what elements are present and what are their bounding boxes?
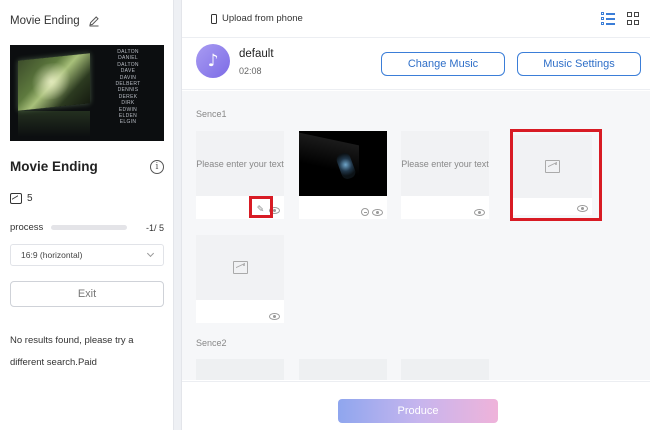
left-sidebar: Movie Ending DALTON DANIEL DALTON DAVE DAVIN… bbox=[0, 0, 174, 430]
credit-name: ELGIN bbox=[119, 119, 137, 126]
eye-icon[interactable] bbox=[474, 209, 485, 216]
produce-button[interactable]: Produce bbox=[338, 399, 498, 423]
image-placeholder[interactable] bbox=[196, 235, 284, 300]
movie-screen-image bbox=[18, 53, 90, 111]
grid-view-icon[interactable] bbox=[627, 12, 640, 25]
process-label: process bbox=[10, 222, 44, 233]
highlight-box-image-slot bbox=[510, 129, 602, 221]
edit-icon[interactable] bbox=[88, 15, 100, 27]
change-music-button[interactable]: Change Music bbox=[381, 52, 505, 76]
image-count-value: 5 bbox=[27, 193, 33, 204]
aspect-ratio-select[interactable]: 16:9 (horizontal) bbox=[10, 244, 164, 266]
music-name: default bbox=[239, 48, 274, 60]
scene-label-1: Sence1 bbox=[196, 109, 227, 119]
scene2-card[interactable] bbox=[299, 359, 387, 380]
scene-image-thumbnail[interactable] bbox=[299, 131, 387, 196]
music-duration: 02:08 bbox=[239, 66, 262, 76]
template-preview-thumbnail: DALTON DANIEL DALTON DAVE DAVIN DELBERT DENNIS… bbox=[10, 45, 164, 141]
scene-card-image[interactable] bbox=[299, 131, 387, 219]
aspect-ratio-value: 16:9 (horizontal) bbox=[21, 250, 83, 260]
list-view-icon[interactable] bbox=[601, 12, 615, 25]
top-toolbar: Upload from phone bbox=[182, 0, 650, 38]
image-placeholder-icon bbox=[232, 261, 248, 274]
project-name: Movie Ending bbox=[10, 159, 98, 174]
music-note-icon: ♪ bbox=[196, 44, 230, 78]
info-icon[interactable]: i bbox=[150, 160, 164, 174]
text-placeholder[interactable]: Please enter your text bbox=[196, 131, 284, 196]
exit-button[interactable]: Exit bbox=[10, 281, 164, 307]
phone-icon bbox=[211, 13, 217, 24]
scene2-card[interactable] bbox=[401, 359, 489, 380]
no-results-message: No results found, please try a different… bbox=[10, 335, 134, 368]
highlight-box-edit bbox=[249, 196, 273, 218]
upload-from-phone-button[interactable]: Upload from phone bbox=[211, 13, 303, 24]
template-title-row: Movie Ending bbox=[10, 15, 100, 27]
scene-card-empty-image[interactable] bbox=[196, 235, 284, 323]
process-bar bbox=[51, 225, 128, 230]
chevron-down-icon bbox=[146, 249, 155, 258]
scene-label-2: Sence2 bbox=[196, 338, 227, 348]
scene-card-text[interactable]: Please enter your text bbox=[401, 131, 489, 219]
eye-icon[interactable] bbox=[269, 313, 280, 320]
text-placeholder[interactable]: Please enter your text bbox=[401, 131, 489, 196]
upload-label: Upload from phone bbox=[222, 13, 303, 24]
template-title: Movie Ending bbox=[10, 15, 80, 27]
editor-panel: Upload from phone ♪ default 02:08 Change… bbox=[181, 0, 650, 430]
music-bar: ♪ default 02:08 Change Music Music Setti… bbox=[182, 38, 650, 90]
footer-bar: Produce bbox=[182, 381, 650, 430]
credits-list: DALTON DANIEL DALTON DAVE DAVIN DELBERT DENNIS… bbox=[98, 49, 158, 126]
eye-icon[interactable] bbox=[372, 208, 383, 216]
process-row: process -1/ 5 bbox=[10, 222, 164, 233]
image-count: 5 bbox=[10, 193, 33, 204]
image-icon bbox=[10, 193, 22, 204]
process-count: -1/ 5 bbox=[145, 222, 164, 233]
music-settings-button[interactable]: Music Settings bbox=[517, 52, 641, 76]
scene2-card[interactable] bbox=[196, 359, 284, 380]
remove-icon[interactable] bbox=[361, 208, 369, 216]
